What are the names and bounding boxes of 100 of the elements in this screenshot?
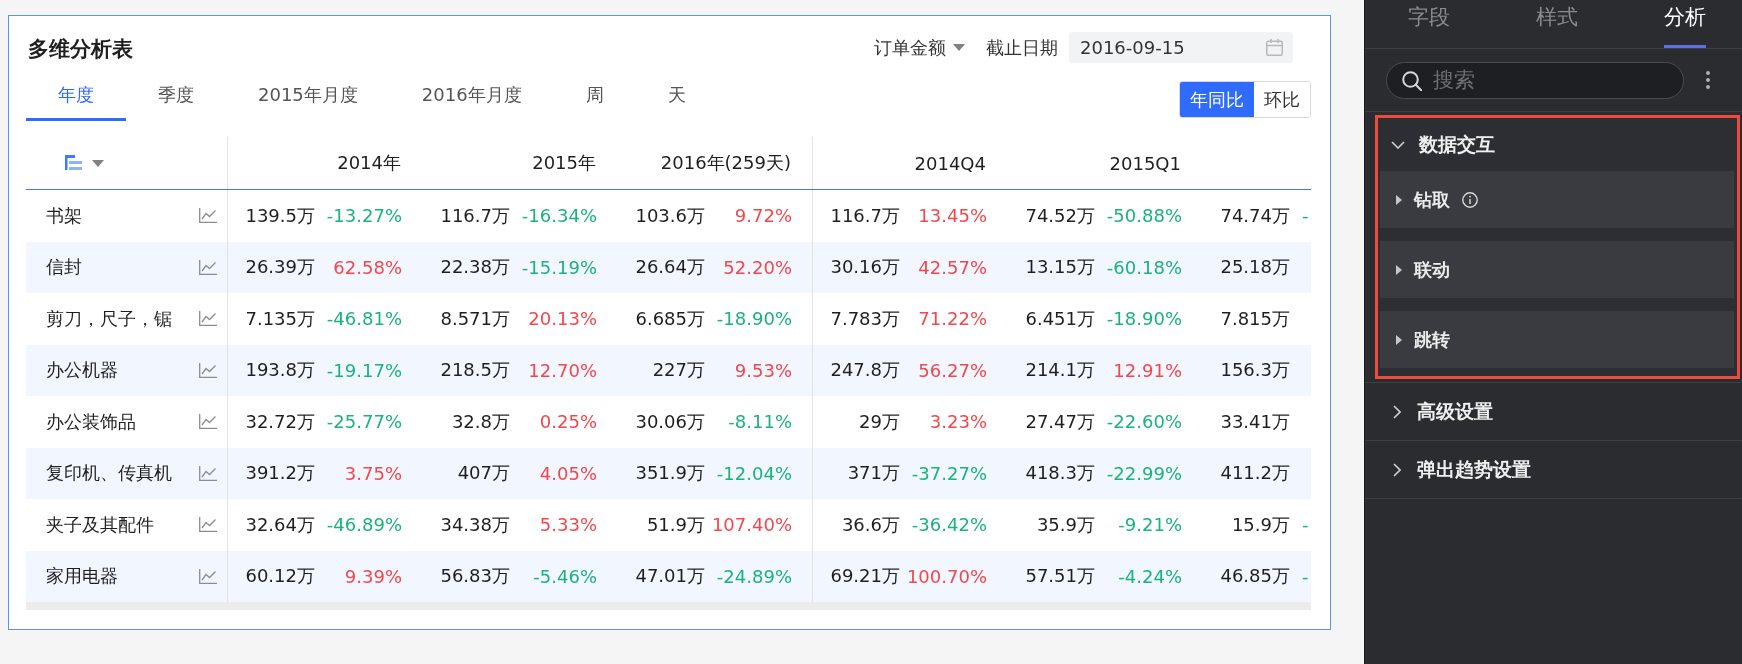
period-tab[interactable]: 周 [553,72,636,121]
change-cell: 3.23% [929,411,987,433]
change-cell: -46.89% [326,514,402,536]
amount-cell: 74.52万 [1025,203,1095,228]
line-chart-icon[interactable] [199,362,217,378]
date-field[interactable]: 2016-09-15 [1069,32,1293,63]
more-options-icon[interactable] [1706,71,1710,89]
change-cell: 20.13% [528,308,597,330]
change-cell: -46.81% [326,308,402,330]
change-cell: 13.45% [918,205,987,227]
change-cell: -37.27% [911,462,987,484]
change-cell: -25.77% [326,411,402,433]
change-cell: -18.90% [1106,308,1182,330]
amount-cell: 32.72万 [245,409,315,434]
line-chart-icon[interactable] [199,414,217,430]
amount-cell: 35.9万 [1036,512,1095,537]
subsection-item[interactable]: 钻取 [1380,171,1734,228]
amount-cell: 391.2万 [245,461,315,486]
change-cell: -50.88% [1106,205,1182,227]
change-cell: 9.39% [344,565,402,587]
line-chart-icon[interactable] [199,311,217,327]
amount-cell: 33.41万 [1220,409,1290,434]
subsection-item[interactable]: 联动 [1380,241,1734,298]
period-tab[interactable]: 2015年月度 [226,72,390,121]
amount-cell: 30.06万 [635,409,705,434]
amount-cell: 57.51万 [1025,564,1095,589]
line-chart-icon[interactable] [199,517,217,533]
change-cell: - [1302,565,1309,587]
change-cell: 100.70% [906,565,987,587]
row-label: 家用电器 [46,564,118,589]
caret-down-icon [953,44,965,51]
amount-cell: 34.38万 [440,512,510,537]
change-cell: -36.42% [911,514,987,536]
line-chart-icon[interactable] [199,568,217,584]
compare-option[interactable]: 年同比 [1180,82,1254,117]
amount-cell: 27.47万 [1025,409,1095,434]
period-tab[interactable]: 季度 [126,72,226,121]
change-cell: -15.19% [521,256,597,278]
amount-cell: 156.3万 [1220,358,1290,383]
panel-tab[interactable]: 分析 [1664,0,1706,48]
change-cell: -9.21% [1118,514,1182,536]
line-chart-icon[interactable] [199,465,217,481]
amount-cell: 7.135万 [245,306,315,331]
change-cell: -24.89% [716,565,792,587]
search-field[interactable]: 搜索 [1386,61,1684,99]
change-cell: -13.27% [326,205,402,227]
change-cell: 9.72% [734,205,792,227]
change-cell: 42.57% [918,256,987,278]
subsection-item[interactable]: 跳转 [1380,311,1734,368]
row-label: 书架 [46,203,82,228]
measure-dropdown[interactable]: 订单金额 [874,35,965,60]
amount-cell: 371万 [847,461,900,486]
amount-cell: 116.7万 [830,203,900,228]
change-cell: 12.70% [528,359,597,381]
amount-cell: 6.451万 [1025,306,1095,331]
change-cell: 71.22% [918,308,987,330]
date-label: 截止日期 [986,35,1058,60]
search-icon [1402,70,1422,91]
amount-cell: 103.6万 [635,203,705,228]
hierarchy-dropdown[interactable] [65,155,104,171]
change-cell: -16.34% [521,205,597,227]
change-cell: -8.11% [728,411,792,433]
section-header[interactable]: 数据交互 [1380,118,1734,171]
scrollbar-track[interactable] [26,602,1311,610]
change-cell: - [1302,205,1309,227]
row-label: 办公机器 [46,358,118,383]
row-label: 夹子及其配件 [46,512,154,537]
amount-cell: 32.8万 [451,409,510,434]
line-chart-icon[interactable] [199,208,217,224]
change-cell: 4.05% [539,462,597,484]
amount-cell: 15.9万 [1231,512,1290,537]
amount-cell: 60.12万 [245,564,315,589]
amount-cell: 7.783万 [830,306,900,331]
panel-tab[interactable]: 样式 [1536,0,1578,48]
change-cell: 5.33% [539,514,597,536]
amount-cell: 22.38万 [440,255,510,280]
change-cell: -60.18% [1106,256,1182,278]
section-header[interactable]: 弹出趋势设置 [1365,441,1742,498]
line-chart-icon[interactable] [199,259,217,275]
amount-cell: 69.21万 [830,564,900,589]
period-tab[interactable]: 2016年月度 [389,72,554,121]
amount-cell: 7.815万 [1220,306,1290,331]
calendar-icon [1266,39,1283,56]
change-cell: 0.25% [539,411,597,433]
section-header[interactable]: 高级设置 [1365,383,1742,440]
period-tab[interactable]: 年度 [26,72,126,121]
amount-cell: 247.8万 [830,358,900,383]
amount-cell: 139.5万 [245,203,315,228]
amount-cell: 411.2万 [1220,461,1290,486]
change-cell: 52.20% [723,256,792,278]
period-tab[interactable]: 天 [635,72,718,121]
panel-tab[interactable]: 字段 [1408,0,1450,48]
amount-cell: 227万 [652,358,705,383]
amount-cell: 56.83万 [440,564,510,589]
info-icon[interactable] [1462,191,1478,208]
change-cell: 12.91% [1113,359,1182,381]
caret-down-icon [92,159,104,167]
column-header: 2014年 [337,151,401,175]
amount-cell: 193.8万 [245,358,315,383]
amount-cell: 26.39万 [245,255,315,280]
